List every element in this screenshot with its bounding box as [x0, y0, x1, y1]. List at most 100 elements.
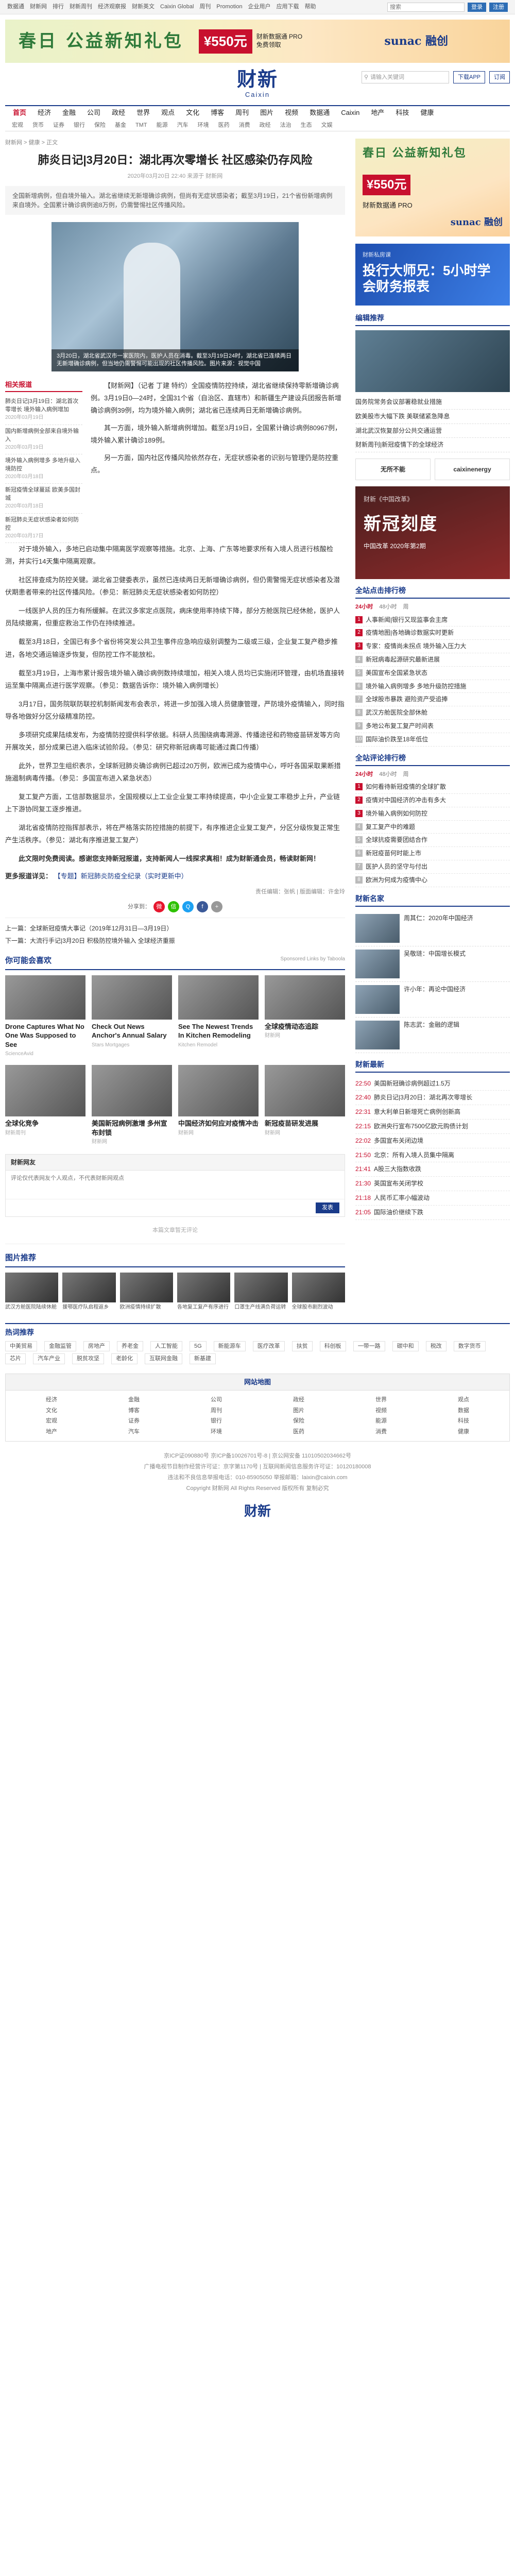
subnav-item[interactable]: 政经 [255, 120, 276, 131]
next-article-link[interactable]: 下一篇：大流行手记|3月20日 积极防控境外输入 全球经济重振 [5, 935, 345, 947]
subnav-item[interactable]: 证券 [48, 120, 69, 131]
hotword-link[interactable]: 房地产 [83, 1341, 110, 1352]
hotword-link[interactable]: 新基建 [190, 1353, 216, 1364]
subnav-item[interactable]: 基金 [110, 120, 131, 131]
rank-tab[interactable]: 周 [403, 770, 409, 779]
subscribe-button[interactable]: 订阅 [489, 71, 510, 83]
nav-item[interactable]: 金融 [57, 106, 81, 120]
rank-item[interactable]: 美国宣布全国紧急状态 [355, 667, 510, 680]
top-link[interactable]: 数据通 [7, 3, 24, 11]
hotword-link[interactable]: 养老金 [117, 1341, 143, 1352]
rank-tab[interactable]: 48小时 [379, 770, 397, 779]
hotword-link[interactable]: 碳中和 [392, 1341, 419, 1352]
site-map-link[interactable]: 消费 [342, 1428, 420, 1436]
hotword-link[interactable]: 中美贸易 [5, 1341, 37, 1352]
hotword-link[interactable]: 税改 [425, 1341, 447, 1352]
timeline-item[interactable]: 21:18 人民币汇率小幅波动 [355, 1191, 510, 1206]
photo-item[interactable]: 援鄂医疗队启程返乡 [62, 1272, 116, 1311]
hotword-link[interactable]: 老龄化 [111, 1353, 138, 1364]
photo-item[interactable]: 武汉方舱医院陆续休舱 [5, 1272, 59, 1311]
rank-item[interactable]: 医护人员的坚守与付出 [355, 860, 510, 874]
top-link[interactable]: 帮助 [305, 3, 316, 11]
weibo-icon[interactable]: 微 [153, 901, 165, 913]
top-ad-banner[interactable]: 春日 公益新知礼包 ¥550元 财新数据通 PRO 免费领取 sunac 融创 [5, 20, 510, 63]
related-item[interactable]: 国内新增病例全部来自境外输入 2020年03月19日 [5, 425, 82, 455]
site-map-link[interactable]: 政经 [260, 1396, 337, 1404]
top-link[interactable]: 财新周刊 [70, 3, 92, 11]
subnav-item[interactable]: 消费 [234, 120, 255, 131]
nav-item[interactable]: 数据通 [304, 106, 335, 120]
subnav-item[interactable]: 货币 [28, 120, 48, 131]
photo-item[interactable]: 欧洲疫情持续扩散 [119, 1272, 173, 1311]
side-ad-2[interactable]: 财新私房课 投行大师兄：5小时学会财务报表 [355, 244, 510, 306]
more-share-icon[interactable]: + [211, 901, 222, 913]
hotword-link[interactable]: 数字货币 [453, 1341, 486, 1352]
site-map-link[interactable]: 视频 [342, 1406, 420, 1415]
related-item[interactable]: 肺炎日记|3月19日：湖北首次零增长 境外输入病例增加 2020年03月19日 [5, 395, 82, 425]
subnav-item[interactable]: 文娱 [317, 120, 337, 131]
recommend-card[interactable]: 中国经济如何应对疫情冲击 财新网 [178, 1065, 259, 1146]
nav-item[interactable]: 科技 [390, 106, 415, 120]
timeline-item[interactable]: 22:31 意大利单日新增死亡病例创新高 [355, 1105, 510, 1120]
subnav-item[interactable]: 生态 [296, 120, 317, 131]
topic-link[interactable]: 【专题】新冠肺炎防疫全纪录（实时更新中） [54, 872, 188, 880]
site-map-link[interactable]: 经济 [13, 1396, 90, 1404]
login-button[interactable]: 登录 [468, 2, 486, 12]
timeline-item[interactable]: 22:50 美国新冠确诊病例超过1.5万 [355, 1077, 510, 1091]
top-link[interactable]: Promotion [216, 3, 242, 11]
nav-item[interactable]: 视频 [279, 106, 304, 120]
columnist-item[interactable]: 吴敬琏：中国增长模式 [355, 946, 510, 982]
rank-item[interactable]: 人事新闻|银行又现监事会主席 [355, 614, 510, 627]
rank-item[interactable]: 欧洲为何成为疫情中心 [355, 874, 510, 887]
site-map-link[interactable]: 博客 [95, 1406, 173, 1415]
site-map-link[interactable]: 科技 [425, 1417, 502, 1426]
hotword-link[interactable]: 一带一路 [353, 1341, 385, 1352]
hotword-link[interactable]: 医疗改革 [252, 1341, 285, 1352]
caixin-logo[interactable]: 财新 Caixin [237, 69, 278, 100]
nav-item[interactable]: 地产 [365, 106, 390, 120]
recommend-card[interactable]: 全球化竞争 财新周刊 [5, 1065, 85, 1146]
recommend-card[interactable]: 全球疫情动态追踪 财新网 [265, 975, 345, 1058]
site-map-link[interactable]: 证券 [95, 1417, 173, 1426]
site-map-link[interactable]: 世界 [342, 1396, 420, 1404]
nav-item[interactable]: 政经 [106, 106, 131, 120]
timeline-item[interactable]: 21:41 A股三大指数收跌 [355, 1162, 510, 1177]
hotword-link[interactable]: 扶贫 [291, 1341, 313, 1352]
related-item[interactable]: 新冠疫情全球蔓延 欧美多国封城 2020年03月18日 [5, 484, 82, 514]
magazine-ad[interactable]: 财新《中国改革》 新冠刻度 中国改革 2020年第2期 [355, 486, 510, 580]
subnav-item[interactable]: 能源 [152, 120, 173, 131]
subnav-item[interactable]: 法治 [276, 120, 296, 131]
site-map-link[interactable]: 能源 [342, 1417, 420, 1426]
rank-item[interactable]: 疫情地图|各地确诊数据实时更新 [355, 626, 510, 640]
site-map-link[interactable]: 汽车 [95, 1428, 173, 1436]
hotword-link[interactable]: 脱贫攻坚 [72, 1353, 104, 1364]
hotword-link[interactable]: 芯片 [5, 1353, 26, 1364]
site-map-link[interactable]: 数据 [425, 1406, 502, 1415]
subnav-item[interactable]: 环境 [193, 120, 214, 131]
rank-item[interactable]: 新冠病毒起源研究最新进展 [355, 653, 510, 667]
site-map-link[interactable]: 医药 [260, 1428, 337, 1436]
hotword-link[interactable]: 互联网金融 [145, 1353, 182, 1364]
timeline-item[interactable]: 21:30 英国宣布关闭学校 [355, 1177, 510, 1191]
site-map-link[interactable]: 环境 [178, 1428, 255, 1436]
site-map-link[interactable]: 周刊 [178, 1406, 255, 1415]
recommend-card[interactable]: Check Out News Anchor's Annual Salary Sta… [92, 975, 172, 1058]
nav-item[interactable]: 公司 [81, 106, 106, 120]
subnav-item[interactable]: 汽车 [173, 120, 193, 131]
photo-item[interactable]: 全球股市剧烈波动 [291, 1272, 345, 1311]
timeline-item[interactable]: 22:15 欧洲央行宣布7500亿欧元购债计划 [355, 1120, 510, 1134]
nav-item[interactable]: 世界 [131, 106, 156, 120]
breadcrumb[interactable]: 财新网 > 健康 > 正文 [5, 139, 345, 147]
recommend-card[interactable]: See The Newest Trends In Kitchen Remodel… [178, 975, 259, 1058]
recommend-card[interactable]: 美国新冠病例激增 多州宣布封锁 财新网 [92, 1065, 172, 1146]
columnist-item[interactable]: 许小年：再论中国经济 [355, 982, 510, 1018]
rank-item[interactable]: 疫情对中国经济的冲击有多大 [355, 794, 510, 807]
prev-article-link[interactable]: 上一篇：全球新冠疫情大事记（2019年12月31日—3月19日） [5, 922, 345, 935]
columnist-item[interactable]: 周其仁：2020年中国经济 [355, 911, 510, 946]
top-link[interactable]: 排行 [53, 3, 64, 11]
rank-item[interactable]: 多地公布复工复产时间表 [355, 720, 510, 733]
related-item[interactable]: 新冠肺炎无症状感染者如何防控 2020年03月17日 [5, 514, 82, 544]
nav-item[interactable]: 图片 [254, 106, 279, 120]
nav-item[interactable]: Caixin [335, 106, 365, 120]
top-link[interactable]: 周刊 [199, 3, 211, 11]
